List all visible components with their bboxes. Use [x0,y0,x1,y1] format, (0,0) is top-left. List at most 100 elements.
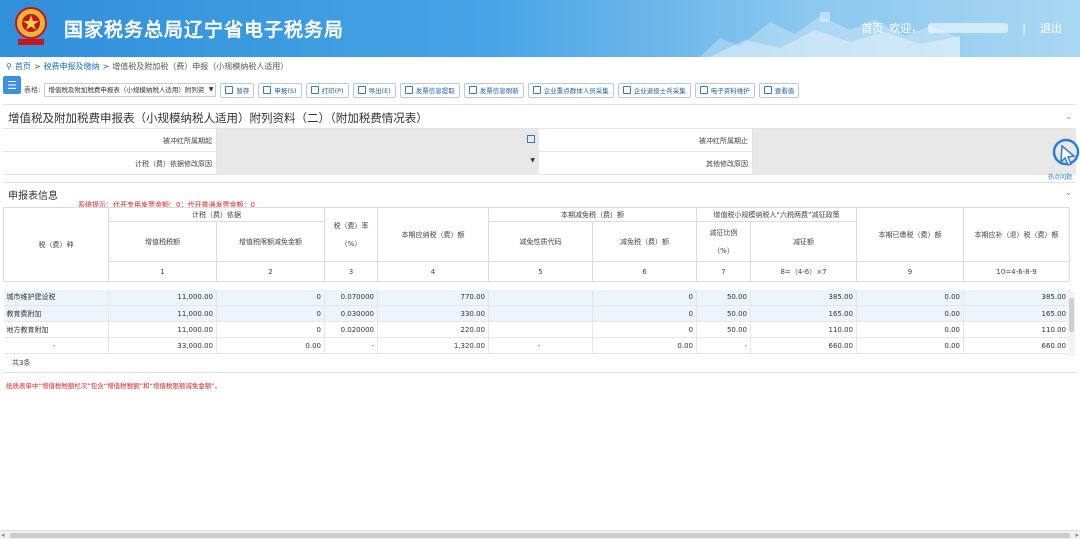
cell-paid[interactable]: 0.00 [856,305,964,322]
hot-questions-widget[interactable]: 热点问题 [1048,136,1080,181]
cell-basis-vat[interactable]: 11,000.00 [108,305,217,322]
save-draft-button[interactable]: 暂存 [220,82,255,98]
field-label: 被冲红所属期止 [699,136,748,145]
six-ratio-label: 减征比例 [709,228,738,237]
scrollbar-thumb[interactable] [1069,298,1074,332]
key-group-collect-button[interactable]: 企业重点群体人员采集 [527,82,614,98]
cell-basis-vat[interactable]: 11,000.00 [108,289,217,306]
header-nav: 首页 欢迎， | 退出 [861,20,1062,36]
button-label: 导出(E) [368,87,391,95]
edit-icon [699,86,708,94]
cursor-click-icon [1052,138,1080,166]
cell-basis-limit[interactable]: 0 [216,321,325,338]
cell-reduce-code[interactable] [488,321,593,338]
cell-total: 0.00 [216,337,325,354]
collapse-icon[interactable]: ⌄ [1065,188,1072,197]
invoice-extract-button[interactable]: 发票信息提取 [399,82,460,98]
cell-basis-limit[interactable]: 0 [216,305,325,322]
search-icon [763,86,772,94]
cell-basis-limit[interactable]: 0 [216,289,325,306]
rate-label: 税（费）率 [333,221,369,230]
form-select[interactable]: 增值税及附加税费申报表（小规模纳税人适用）附列资 ▼ [44,83,217,97]
export-button[interactable]: 导出(E) [352,82,396,98]
print-icon [310,86,319,94]
cell-reduce-code[interactable] [488,289,593,306]
cell-paid[interactable]: 0.00 [856,289,964,306]
breadcrumb-home[interactable]: 首页 [15,61,31,72]
cell-paid[interactable]: 0.00 [856,321,964,338]
site-title: 国家税务总局辽宁省电子税务局 [64,19,345,41]
scrollbar-thumb[interactable] [10,533,1070,538]
button-label: 发票信息提取 [415,87,455,95]
form-select-label: 表格: [24,86,41,94]
table-row[interactable]: 城市维护建设税 11,000.00 0 0.070000 770.00 0 50… [3,289,1070,306]
col-header-basis-limit: 增值税限额减免金额 [216,221,325,262]
cell-six-ratio: 50.00 [696,305,751,322]
modify-reason-select[interactable]: ▼ [216,152,539,175]
cell-total: - [696,337,751,354]
cell-tax-type: 城市维护建设税 [3,289,109,306]
scroll-left-icon[interactable]: ◂ [1,531,5,539]
cell-total-label: - [3,337,109,354]
collapse-icon[interactable]: ⌄ [1065,112,1072,121]
cell-refund: 385.00 [963,289,1070,306]
table-row[interactable]: 地方教育附加 11,000.00 0 0.020000 220.00 0 50.… [3,321,1070,338]
table-panel-title: 申报表信息 [8,191,58,202]
cell-refund: 165.00 [963,305,1070,322]
col-header-basis-vat: 增值税税额 [108,221,217,262]
validation-message: 纸质表单中“增值税税额栏次”包含“增值税税额”和“增值税限额减免金额”。 [6,382,222,390]
field-label: 被冲红所属期起 [163,136,212,145]
row-count: 共3条 [12,359,31,367]
menu-icon[interactable]: ☰ [3,76,21,94]
divider [3,372,1076,373]
col-header-basis: 计税（费）依据 [108,207,325,222]
breadcrumb-tax-declaration[interactable]: 税费申报及缴纳 [44,61,100,72]
save-icon [225,86,234,94]
table-total-row: - 33,000.00 0.00 - 1,320.00 - 0.00 - 660… [3,337,1070,354]
top-banner: 国家税务总局辽宁省电子税务局 首页 欢迎， | 退出 [0,0,1080,57]
e-data-maintain-button[interactable]: 电子资料维护 [694,82,755,98]
col-header-six-tax: 增值税小规模纳税人“六税两费”减征政策 [696,207,857,222]
col-header-payable: 本期应纳税（费）额 [377,207,489,262]
print-button[interactable]: 打印(P) [305,82,349,98]
cell-basis-vat[interactable]: 11,000.00 [108,321,217,338]
table-row[interactable]: 教育费附加 11,000.00 0 0.030000 330.00 0 50.0… [3,305,1070,322]
col-number: 7 [696,261,751,282]
red-period-start-input[interactable] [216,129,539,152]
field-label: 计税（费）依据修改原因 [135,159,212,168]
col-header-reduction: 本期减免税（费）额 [488,207,697,222]
col-header-tax-type: 税（费）种 [3,207,109,282]
nav-welcome: 欢迎， [889,22,923,35]
divider [3,182,1076,183]
cell-reduce-code[interactable] [488,305,593,322]
declare-button[interactable]: 申报(S) [258,82,302,98]
cell-reduce-amount: 0 [592,321,697,338]
cell-payable: 220.00 [377,321,489,338]
cell-total: 660.00 [750,337,857,354]
page-horizontal-scrollbar[interactable]: ◂ ▸ [0,530,1080,539]
cell-reduce-amount: 0 [592,289,697,306]
breadcrumb-separator: > [102,62,110,71]
edit-icon [532,86,541,94]
calendar-icon[interactable] [527,135,535,143]
cell-six-ratio: 50.00 [696,289,751,306]
hot-questions-label: 热点问题 [1048,174,1073,181]
scroll-right-icon[interactable]: ▸ [1075,531,1079,539]
col-number: 8=（4-6）×7 [750,261,857,282]
form-select-value: 增值税及附加税费申报表（小规模纳税人适用）附列资 [48,86,205,94]
view-value-button[interactable]: 查看值 [758,82,800,98]
invoice-refresh-button[interactable]: 发票信息刷新 [463,82,524,98]
nav-exit-link[interactable]: 退出 [1040,20,1062,36]
rate-unit: （%） [340,239,362,248]
invoice-icon [404,86,413,94]
edit-icon [622,86,631,94]
nav-home-link[interactable]: 首页 [861,20,883,36]
button-label: 查看值 [774,87,795,95]
breadcrumb-separator: > [33,62,41,71]
form-panel-title: 增值税及附加税费申报表（小规模纳税人适用）附列资料（二）（附加税费情况表） [8,111,428,125]
cell-total: 1,320.00 [377,337,489,354]
veteran-collect-button[interactable]: 企业退役士兵采集 [617,82,691,98]
table-vertical-scrollbar[interactable] [1068,292,1075,356]
other-reason-input[interactable] [752,152,1076,175]
red-period-end-input[interactable] [752,129,1076,152]
